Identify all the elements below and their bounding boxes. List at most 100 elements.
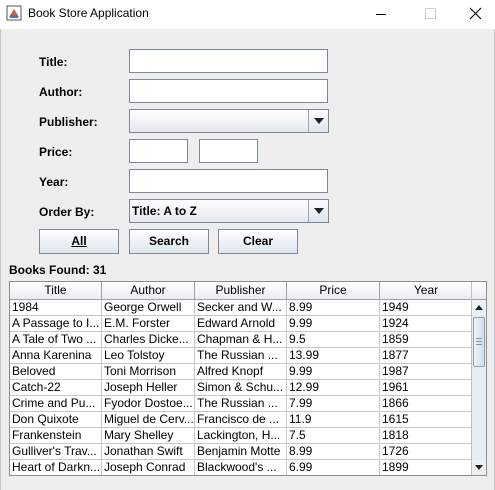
column-header-title[interactable]: Title [10, 282, 102, 300]
author-input[interactable] [129, 79, 328, 103]
cell-year[interactable]: 1877 [380, 348, 472, 363]
cell-author[interactable]: E.M. Forster [102, 316, 195, 331]
cell-publisher[interactable]: Benjamin Motte [195, 444, 287, 459]
orderby-label: Order By: [39, 205, 95, 219]
cell-publisher[interactable]: Blackwood's ... [195, 460, 287, 475]
table-header-corner [471, 282, 486, 300]
close-button[interactable] [452, 0, 495, 29]
cell-title[interactable]: Crime and Pu... [10, 396, 102, 411]
cell-title[interactable]: Gulliver's Trav... [10, 444, 102, 459]
cell-author[interactable]: Leo Tolstoy [102, 348, 195, 363]
chevron-down-icon[interactable] [308, 200, 328, 222]
cell-year[interactable]: 1615 [380, 412, 472, 427]
cell-price[interactable]: 7.99 [287, 396, 380, 411]
cell-price[interactable]: 9.99 [287, 364, 380, 379]
cell-title[interactable]: A Passage to I... [10, 316, 102, 331]
cell-title[interactable]: 1984 [10, 300, 102, 315]
cell-publisher[interactable]: Edward Arnold [195, 316, 287, 331]
cell-title[interactable]: Heart of Darkn... [10, 460, 102, 475]
cell-author[interactable]: George Orwell [102, 300, 195, 315]
table-row[interactable]: Crime and Pu... Fyodor Dostoe... The Russi… [10, 396, 472, 412]
cell-publisher[interactable]: Secker and W... [195, 300, 287, 315]
cell-publisher[interactable]: The Russian ... [195, 396, 287, 411]
cell-title[interactable]: Anna Karenina [10, 348, 102, 363]
cell-title[interactable]: Catch-22 [10, 380, 102, 395]
column-header-price[interactable]: Price [287, 282, 380, 300]
cell-year[interactable]: 1987 [380, 364, 472, 379]
cell-author[interactable]: Toni Morrison [102, 364, 195, 379]
cell-author[interactable]: Fyodor Dostoe... [102, 396, 195, 411]
cell-publisher[interactable]: Alfred Knopf [195, 364, 287, 379]
scrollbar-thumb[interactable] [473, 317, 485, 367]
cell-year[interactable]: 1859 [380, 332, 472, 347]
cell-publisher[interactable]: Chapman & H... [195, 332, 287, 347]
cell-publisher[interactable]: Simon & Schu... [195, 380, 287, 395]
all-button[interactable]: All [39, 229, 119, 254]
cell-publisher[interactable]: Francisco de ... [195, 412, 287, 427]
price-max-input[interactable] [199, 139, 258, 163]
table-row[interactable]: Catch-22 Joseph Heller Simon & Schu... 12.9… [10, 380, 472, 396]
chevron-down-icon[interactable] [308, 110, 328, 132]
column-header-year[interactable]: Year [380, 282, 472, 300]
clear-button[interactable]: Clear [218, 229, 298, 254]
cell-year[interactable]: 1818 [380, 428, 472, 443]
table-row[interactable]: A Tale of Two ... Charles Dicke... Chapman… [10, 332, 472, 348]
cell-price[interactable]: 6.99 [287, 460, 380, 475]
table-row[interactable]: A Passage to I... E.M. Forster Edward Arno… [10, 316, 472, 332]
cell-price[interactable]: 9.99 [287, 316, 380, 331]
cell-title[interactable]: Beloved [10, 364, 102, 379]
cell-price[interactable]: 11.9 [287, 412, 380, 427]
search-button[interactable]: Search [129, 229, 209, 254]
cell-year[interactable]: 1924 [380, 316, 472, 331]
cell-price[interactable]: 7.5 [287, 428, 380, 443]
column-header-publisher[interactable]: Publisher [195, 282, 287, 300]
cell-year[interactable]: 1866 [380, 396, 472, 411]
cell-title[interactable]: Frankenstein [10, 428, 102, 443]
cell-year[interactable]: 1726 [380, 444, 472, 459]
java-app-icon [6, 5, 22, 21]
cell-publisher[interactable]: The Russian ... [195, 348, 287, 363]
table-row[interactable]: Anna Karenina Leo Tolstoy The Russian ... 1… [10, 348, 472, 364]
table-row[interactable]: 1984 George Orwell Secker and W... 8.99 1949 [10, 300, 472, 316]
cell-author[interactable]: Mary Shelley [102, 428, 195, 443]
column-header-author[interactable]: Author [102, 282, 195, 300]
scroll-down-arrow-icon[interactable] [472, 460, 486, 475]
orderby-dropdown[interactable]: Title: A to Z [129, 199, 329, 223]
cell-price[interactable]: 8.99 [287, 300, 380, 315]
cell-year[interactable]: 1961 [380, 380, 472, 395]
books-found-count: Books Found: 31 [9, 263, 107, 277]
minimize-button[interactable] [357, 0, 403, 29]
price-min-input[interactable] [129, 139, 188, 163]
cell-title[interactable]: Don Quixote [10, 412, 102, 427]
cell-publisher[interactable]: Lackington, H... [195, 428, 287, 443]
table-row[interactable]: Beloved Toni Morrison Alfred Knopf 9.99 1987 [10, 364, 472, 380]
cell-author[interactable]: Jonathan Swift [102, 444, 195, 459]
vertical-scrollbar[interactable] [471, 300, 486, 475]
table-row[interactable]: Gulliver's Trav... Jonathan Swift Benjamin… [10, 444, 472, 460]
title-input[interactable] [129, 49, 328, 73]
table-row[interactable]: Frankenstein Mary Shelley Lackington, H...… [10, 428, 472, 444]
author-label: Author: [39, 85, 83, 99]
cell-year[interactable]: 1899 [380, 460, 472, 475]
title-bar[interactable]: Book Store Application [0, 0, 495, 29]
cell-author[interactable]: Miguel de Cerv... [102, 412, 195, 427]
cell-author[interactable]: Joseph Conrad [102, 460, 195, 475]
cell-price[interactable]: 8.99 [287, 444, 380, 459]
books-table[interactable]: Title Author Publisher Price Year 1984 Ge… [9, 281, 487, 476]
window-border-left [0, 29, 1, 490]
cell-year[interactable]: 1949 [380, 300, 472, 315]
cell-title[interactable]: A Tale of Two ... [10, 332, 102, 347]
cell-price[interactable]: 9.5 [287, 332, 380, 347]
table-header: Title Author Publisher Price Year [10, 282, 472, 300]
cell-price[interactable]: 12.99 [287, 380, 380, 395]
orderby-selected: Title: A to Z [132, 204, 197, 218]
table-row[interactable]: Heart of Darkn... Joseph Conrad Blackwood'… [10, 460, 472, 475]
year-input[interactable] [129, 169, 328, 193]
scroll-up-arrow-icon[interactable] [472, 300, 486, 315]
cell-author[interactable]: Charles Dicke... [102, 332, 195, 347]
table-row[interactable]: Don Quixote Miguel de Cerv... Francisco de… [10, 412, 472, 428]
maximize-button[interactable] [407, 0, 453, 29]
cell-author[interactable]: Joseph Heller [102, 380, 195, 395]
publisher-dropdown[interactable] [129, 109, 329, 133]
cell-price[interactable]: 13.99 [287, 348, 380, 363]
